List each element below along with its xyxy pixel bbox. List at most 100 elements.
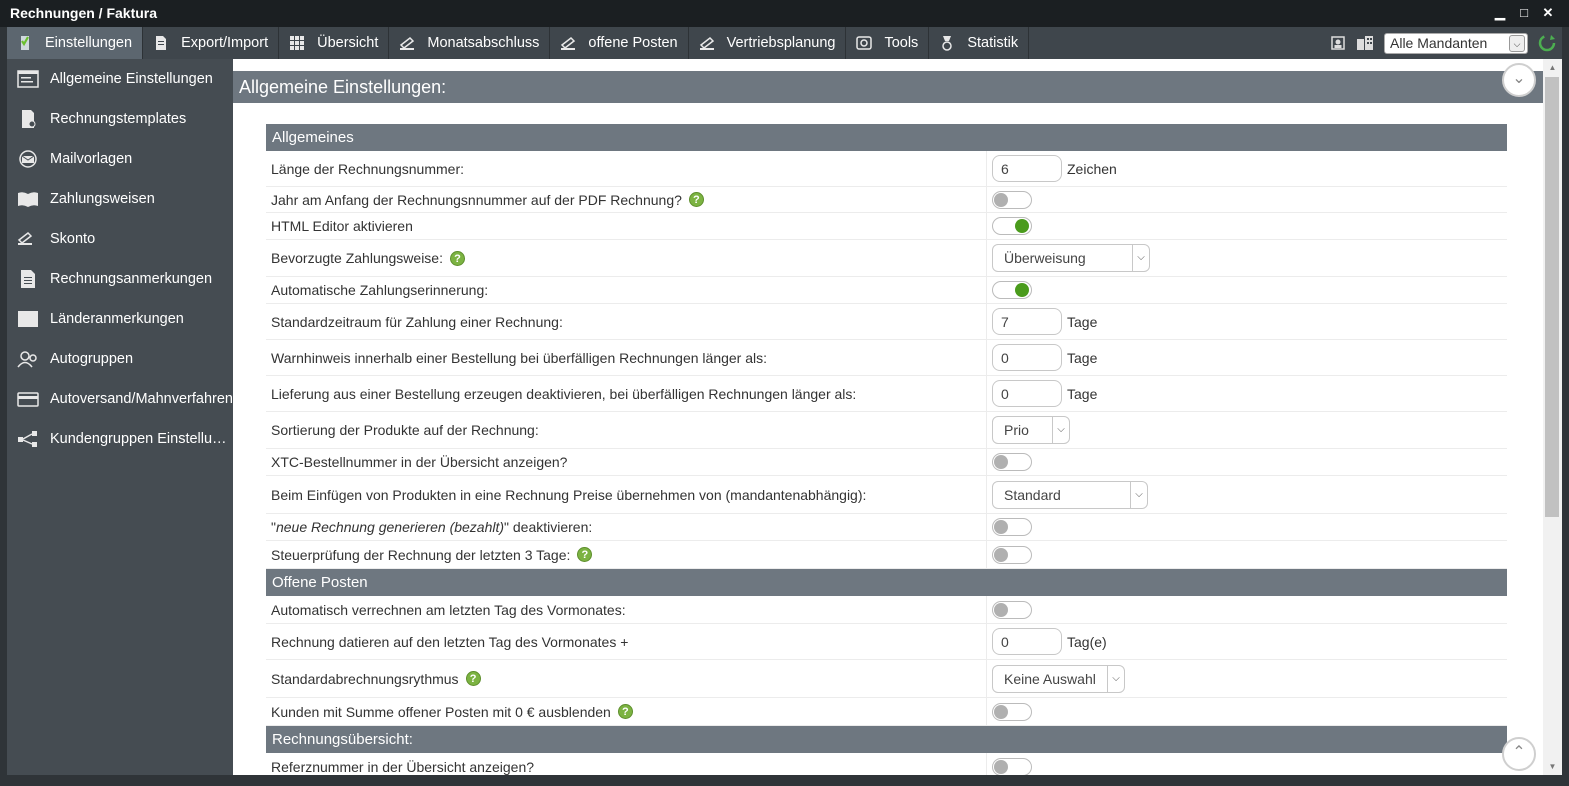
app-window: Rechnungen / Faktura ▁ □ ✕ Einstellungen… — [0, 0, 1569, 786]
sidebar-item-10[interactable]: Kundengruppen Einstellun… — [7, 419, 233, 459]
toolbar-tab-statistik[interactable]: Statistik — [929, 27, 1030, 59]
setting-label: Automatische Zahlungserinnerung: — [266, 277, 987, 303]
setting-label-emphasis: neue Rechnung generieren (bezahlt) — [275, 519, 505, 535]
setting-control — [987, 281, 1507, 299]
setting-row: Automatische Zahlungserinnerung: — [266, 277, 1507, 304]
toggle-switch[interactable] — [992, 281, 1032, 299]
maximize-button[interactable]: □ — [1517, 4, 1531, 22]
setting-row: Kunden mit Summe offener Posten mit 0 € … — [266, 698, 1507, 726]
toolbar-tab-vertriebsplanung[interactable]: Vertriebsplanung — [689, 27, 847, 59]
toolbar-tab-offene-posten[interactable]: offene Posten — [550, 27, 689, 59]
card-icon — [17, 390, 39, 408]
dropdown-select[interactable]: Keine Auswahl ⌵ — [992, 664, 1125, 693]
setting-label-text: Standardabrechnungsrythmus — [271, 670, 459, 687]
setting-row: Standardabrechnungsrythmus? Keine Auswahl… — [266, 660, 1507, 698]
chevron-down-icon: ⌵ — [1509, 34, 1525, 52]
sidebar-item-8[interactable]: Autogruppen — [7, 339, 233, 379]
sidebar-item-label: Allgemeine Einstellungen — [50, 71, 213, 87]
dropdown-select[interactable]: Standard ⌵ — [992, 480, 1148, 509]
chevron-up-icon: ⌃ — [1512, 744, 1526, 761]
setting-label: Referznummer in der Übersicht anzeigen? — [266, 753, 987, 775]
setting-label-text: Länge der Rechnungsnummer: — [271, 160, 465, 177]
toolbar-tab-label: Übersicht — [317, 35, 379, 51]
unit-label: Tage — [1067, 385, 1098, 402]
building-icon[interactable] — [1356, 35, 1374, 51]
collapse-button[interactable]: ⌄ — [1502, 63, 1536, 97]
section-header: Offene Posten — [266, 569, 1507, 596]
toggle-switch[interactable] — [992, 217, 1032, 235]
sidebar-item-1[interactable]: Allgemeine Einstellungen — [7, 59, 233, 99]
toolbar-tab-tools[interactable]: Tools — [846, 27, 930, 59]
number-input[interactable]: 0 — [992, 344, 1062, 371]
sidebar-item-7[interactable]: Länderanmerkungen — [7, 299, 233, 339]
setting-row: XTC-Bestellnummer in der Übersicht anzei… — [266, 449, 1507, 476]
mandant-select[interactable]: Alle Mandanten ⌵ — [1384, 32, 1528, 54]
setting-label: Kunden mit Summe offener Posten mit 0 € … — [266, 698, 987, 725]
page-title: Allgemeine Einstellungen: — [233, 71, 1543, 103]
document-icon — [153, 35, 169, 51]
sidebar-item-label: Mailvorlagen — [50, 151, 133, 167]
scrollbar[interactable]: ▲ ▼ — [1543, 59, 1562, 775]
number-input[interactable]: 0 — [992, 628, 1062, 655]
toolbar-tab-export-import[interactable]: Export/Import — [143, 27, 280, 59]
money-icon — [560, 35, 576, 51]
setting-label: " neue Rechnung generieren (bezahlt) " dea… — [266, 514, 987, 540]
user-icon[interactable] — [1330, 35, 1346, 51]
setting-row: Beim Einfügen von Produkten in eine Rech… — [266, 476, 1507, 514]
setting-label-part: " deaktivieren: — [504, 519, 593, 535]
number-input[interactable]: 7 — [992, 308, 1062, 335]
sidebar-item-3[interactable]: Mailvorlagen — [7, 139, 233, 179]
setting-row: Referznummer in der Übersicht anzeigen? — [266, 753, 1507, 775]
setting-control: 0 Tage — [987, 380, 1507, 407]
mail-icon — [17, 150, 39, 168]
setting-row: Automatisch verrechnen am letzten Tag de… — [266, 596, 1507, 624]
sidebar-item-9[interactable]: Autoversand/Mahnverfahren — [7, 379, 233, 419]
dropdown-select[interactable]: Prio ⌵ — [992, 416, 1070, 444]
money-icon — [699, 35, 715, 51]
scroll-thumb[interactable] — [1545, 77, 1559, 517]
setting-label: Standardabrechnungsrythmus? — [266, 660, 987, 697]
toggle-knob — [1015, 219, 1029, 233]
help-icon[interactable]: ? — [465, 671, 481, 686]
scroll-down-arrow[interactable]: ▼ — [1543, 758, 1562, 775]
toggle-switch[interactable] — [992, 600, 1032, 619]
toggle-switch[interactable] — [992, 453, 1032, 471]
toggle-switch[interactable] — [992, 545, 1032, 564]
help-icon[interactable]: ? — [617, 704, 633, 719]
setting-label: Bevorzugte Zahlungsweise:? — [266, 240, 987, 276]
scroll-up-arrow[interactable]: ▲ — [1543, 59, 1562, 76]
number-input[interactable]: 6 — [992, 155, 1062, 182]
toolbar-tab-einstellungen[interactable]: Einstellungen — [7, 27, 144, 59]
toolbar-tab-label: Einstellungen — [45, 35, 133, 51]
sidebar-item-5[interactable]: Skonto — [7, 219, 233, 259]
refresh-icon[interactable] — [1538, 34, 1556, 52]
chevron-down-icon: ⌵ — [1107, 665, 1124, 692]
close-button[interactable]: ✕ — [1541, 4, 1555, 22]
sidebar-item-4[interactable]: Zahlungsweisen — [7, 179, 233, 219]
sidebar-item-6[interactable]: Rechnungsanmerkungen — [7, 259, 233, 299]
setting-control: Keine Auswahl ⌵ — [987, 664, 1507, 693]
help-icon[interactable]: ? — [577, 547, 593, 562]
sidebar-nav: Allgemeine Einstellungen Rechnungstemplat… — [7, 59, 233, 775]
toolbar-tab-monatsabschluss[interactable]: Monatsabschluss — [389, 27, 551, 59]
window-icon — [17, 70, 39, 88]
minimize-button[interactable]: ▁ — [1493, 4, 1507, 22]
setting-control: Überweisung ⌵ — [987, 244, 1507, 272]
help-icon[interactable]: ? — [688, 192, 704, 207]
toolbar-tab-label: Export/Import — [181, 35, 269, 51]
toggle-switch[interactable] — [992, 757, 1032, 775]
toolbar-tab-label: offene Posten — [588, 35, 678, 51]
sidebar-item-2[interactable]: Rechnungstemplates — [7, 99, 233, 139]
toggle-knob — [994, 759, 1008, 774]
sidebar-item-label: Autogruppen — [50, 351, 134, 367]
dropdown-select[interactable]: Überweisung ⌵ — [992, 244, 1150, 272]
toolbar-tab-übersicht[interactable]: Übersicht — [279, 27, 390, 59]
setting-label: Rechnung datieren auf den letzten Tag de… — [266, 624, 987, 659]
number-input[interactable]: 0 — [992, 380, 1062, 407]
scroll-top-button[interactable]: ⌃ — [1502, 737, 1536, 771]
toggle-switch[interactable] — [992, 190, 1032, 209]
help-icon[interactable]: ? — [450, 250, 465, 266]
sidebar-item-label: Rechnungsanmerkungen — [50, 271, 213, 287]
toggle-switch[interactable] — [992, 518, 1032, 536]
toggle-switch[interactable] — [992, 702, 1032, 721]
